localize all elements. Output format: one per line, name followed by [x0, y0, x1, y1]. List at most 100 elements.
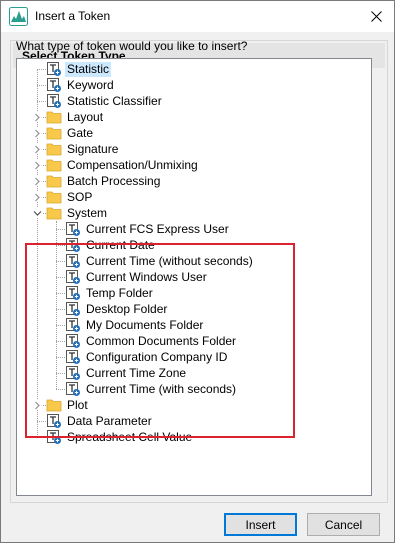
tree-guide-line [56, 325, 65, 326]
tree-item-label-system: System [67, 205, 108, 220]
tree-item-label-gate: Gate [67, 125, 94, 140]
token-icon [66, 382, 80, 396]
tree-folder-item[interactable]: Gate [46, 125, 95, 141]
tree-token-item[interactable]: Current Time (without seconds) [65, 253, 255, 269]
tree-guide-line [37, 421, 46, 422]
tree-guide-line [56, 221, 57, 389]
tree-guide-line [37, 101, 46, 102]
tree-item-label-current-windows-user: Current Windows User [86, 269, 207, 284]
tree-token-item[interactable]: Current Time Zone [65, 365, 188, 381]
token-icon [66, 302, 80, 316]
token-tree[interactable]: Statistic Keyword Statistic Classifier Layo… [16, 58, 372, 496]
tree-item-label-statistic-classifier: Statistic Classifier [67, 93, 162, 108]
tree-guide-line [37, 69, 46, 70]
question-label: What type of token would you like to ins… [16, 39, 248, 53]
token-icon [66, 270, 80, 284]
chevron-right-icon[interactable] [32, 400, 42, 410]
chevron-right-icon[interactable] [32, 128, 42, 138]
close-icon [370, 11, 382, 22]
window-title: Insert a Token [35, 9, 111, 23]
tree-guide-line [56, 357, 65, 358]
tree-item-label-desktop-folder: Desktop Folder [86, 301, 168, 316]
tree-guide-line [56, 293, 65, 294]
tree-item-label-current-time-zone: Current Time Zone [86, 365, 187, 380]
tree-item-label-current-date: Current Date [86, 237, 155, 252]
close-button[interactable] [358, 1, 394, 32]
folder-icon [46, 175, 62, 188]
tree-token-item[interactable]: Current FCS Express User [65, 221, 231, 237]
tree-token-item[interactable]: Common Documents Folder [65, 333, 238, 349]
app-icon [9, 7, 28, 26]
chevron-right-icon[interactable] [32, 144, 42, 154]
tree-item-label-current-time-with-seconds: Current Time (with seconds) [86, 381, 237, 396]
folder-icon [46, 191, 62, 204]
tree-token-item[interactable]: Configuration Company ID [65, 349, 229, 365]
token-icon [47, 78, 61, 92]
token-icon [47, 430, 61, 444]
tree-item-label-compensation-unmixing: Compensation/Unmixing [67, 157, 198, 172]
tree-token-item[interactable]: Keyword [46, 77, 116, 93]
chevron-right-icon[interactable] [32, 176, 42, 186]
tree-token-item[interactable]: Current Date [65, 237, 157, 253]
tree-item-label-statistic: Statistic [65, 61, 112, 77]
tree-guide-line [56, 373, 65, 374]
tree-item-label-temp-folder: Temp Folder [86, 285, 153, 300]
tree-item-label-sop: SOP [67, 189, 93, 204]
folder-icon [46, 111, 62, 124]
tree-item-label-data-parameter: Data Parameter [67, 413, 152, 428]
tree-item-label-spreadsheet-cell-value: Spreadsheet Cell Value [67, 429, 193, 444]
tree-token-item[interactable]: Spreadsheet Cell Value [46, 429, 194, 445]
chevron-right-icon[interactable] [32, 112, 42, 122]
tree-guide-line [56, 229, 65, 230]
token-icon [66, 222, 80, 236]
tree-item-label-batch-processing: Batch Processing [67, 173, 161, 188]
folder-icon [46, 127, 62, 140]
tree-token-item[interactable]: Statistic [46, 61, 112, 77]
token-icon [66, 254, 80, 268]
token-icon [66, 286, 80, 300]
tree-token-item[interactable]: Current Windows User [65, 269, 209, 285]
tree-guide-line [56, 261, 65, 262]
insert-button[interactable]: Insert [224, 513, 297, 536]
folder-icon [46, 399, 62, 412]
token-icon [47, 94, 61, 108]
tree-folder-item[interactable]: Signature [46, 141, 120, 157]
tree-guide-line [56, 245, 65, 246]
token-icon [47, 414, 61, 428]
tree-item-label-plot: Plot [67, 397, 88, 412]
tree-guide-line [56, 389, 65, 390]
tree-token-item[interactable]: Data Parameter [46, 413, 154, 429]
token-icon [66, 366, 80, 380]
token-icon [47, 62, 61, 76]
chevron-right-icon[interactable] [32, 160, 42, 170]
tree-folder-item[interactable]: Layout [46, 109, 105, 125]
folder-icon [46, 143, 62, 156]
tree-guide-line [56, 277, 65, 278]
tree-guide-line [37, 69, 38, 437]
title-bar: Insert a Token [1, 1, 394, 32]
tree-token-item[interactable]: Current Time (with seconds) [65, 381, 238, 397]
tree-item-label-signature: Signature [67, 141, 119, 156]
tree-folder-item[interactable]: Compensation/Unmixing [46, 157, 200, 173]
tree-folder-item[interactable]: Plot [46, 397, 90, 413]
tree-guide-line [37, 85, 46, 86]
tree-token-item[interactable]: Statistic Classifier [46, 93, 164, 109]
folder-icon [46, 207, 62, 220]
chevron-down-icon[interactable] [32, 208, 42, 218]
tree-folder-item[interactable]: System [46, 205, 109, 221]
tree-token-item[interactable]: Desktop Folder [65, 301, 169, 317]
tree-folder-item[interactable]: Batch Processing [46, 173, 162, 189]
tree-item-label-my-documents-folder: My Documents Folder [86, 317, 204, 332]
token-icon [66, 334, 80, 348]
chevron-right-icon[interactable] [32, 192, 42, 202]
tree-item-label-layout: Layout [67, 109, 104, 124]
token-icon [66, 350, 80, 364]
cancel-button[interactable]: Cancel [307, 513, 380, 536]
tree-item-label-current-time-without-seconds: Current Time (without seconds) [86, 253, 253, 268]
tree-item-label-current-fcs-express-user: Current FCS Express User [86, 221, 229, 236]
tree-token-item[interactable]: Temp Folder [65, 285, 155, 301]
folder-icon [46, 159, 62, 172]
tree-item-label-configuration-company-id: Configuration Company ID [86, 349, 228, 364]
tree-folder-item[interactable]: SOP [46, 189, 94, 205]
tree-token-item[interactable]: My Documents Folder [65, 317, 205, 333]
